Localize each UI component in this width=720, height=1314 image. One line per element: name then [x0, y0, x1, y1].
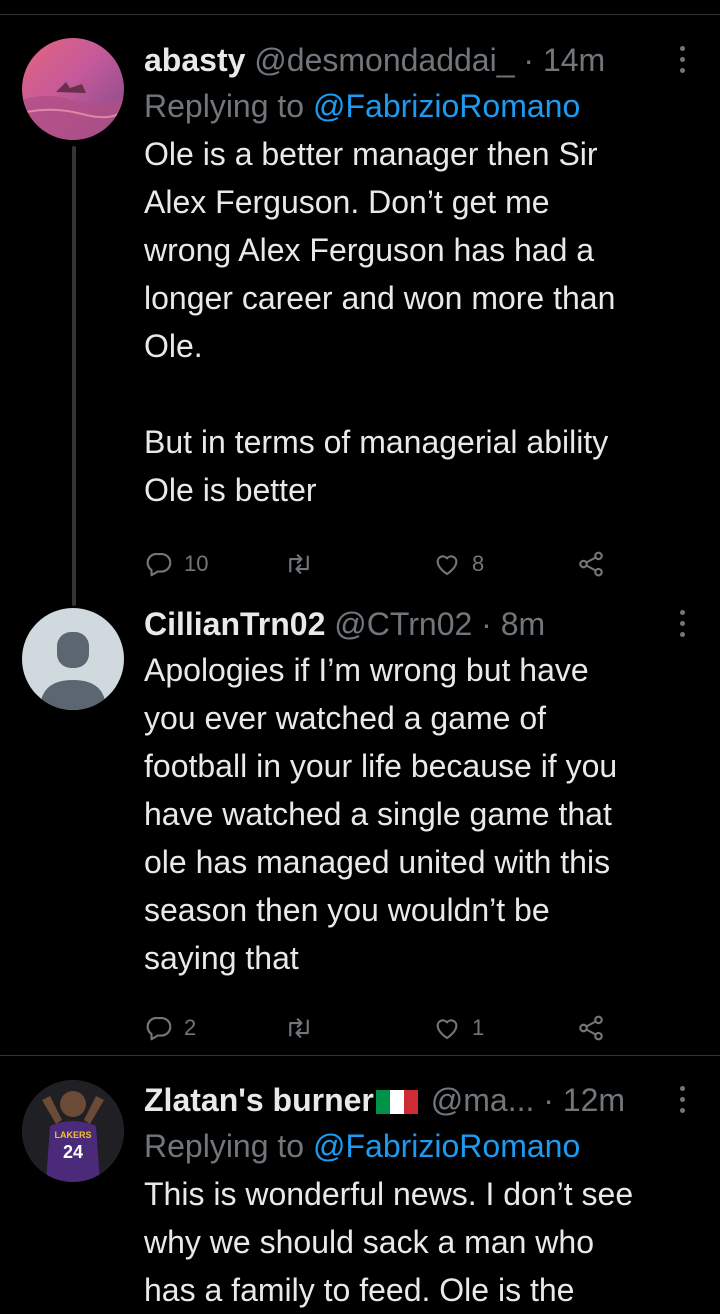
thread-line [72, 146, 76, 606]
like-count: 8 [472, 551, 485, 576]
separator-dot: · [543, 1082, 554, 1118]
tweet-header: abasty @desmondaddai_ · 14m [144, 38, 704, 82]
more-icon[interactable] [674, 38, 690, 82]
replying-prefix: Replying to [144, 88, 305, 124]
separator-dot: · [481, 606, 492, 642]
reply-icon [146, 1016, 172, 1041]
replying-prefix: Replying to [144, 1128, 305, 1164]
reply-icon [146, 552, 172, 577]
tweet-header: CillianTrn02 @CTrn02 · 8m [144, 602, 704, 646]
timestamp[interactable]: 14m [543, 42, 605, 78]
timestamp[interactable]: 8m [501, 606, 545, 642]
tweet-zlatans-burner[interactable]: LAKERS 24 Zlatan's burner @ma... · 12m R… [0, 1078, 720, 1308]
reply-count: 2 [184, 1015, 197, 1040]
reply-button[interactable]: 10 [144, 544, 208, 584]
top-divider [0, 14, 720, 15]
more-icon[interactable] [674, 602, 690, 646]
retweet-icon [289, 1018, 309, 1038]
timestamp[interactable]: 12m [563, 1082, 625, 1118]
like-icon [436, 555, 458, 576]
tweet-text: Ole is a better manager then Sir Alex Fe… [144, 136, 616, 508]
avatar[interactable] [22, 608, 124, 710]
share-button[interactable] [576, 1008, 606, 1048]
share-button[interactable] [576, 544, 606, 584]
tweet-ciliantrn02[interactable]: CillianTrn02 @CTrn02 · 8m Apologies if I… [0, 602, 720, 1042]
display-name[interactable]: CillianTrn02 [144, 606, 325, 642]
retweet-icon [289, 554, 309, 574]
replying-to: Replying to @FabrizioRomano [144, 1122, 704, 1170]
user-handle[interactable]: @CTrn02 [334, 606, 472, 642]
display-name[interactable]: abasty [144, 42, 245, 78]
user-handle[interactable]: @desmondaddai_ [254, 42, 514, 78]
avatar-image: LAKERS 24 [22, 1080, 124, 1182]
italy-flag-icon [375, 1081, 418, 1114]
tweet-text: Apologies if I’m wrong but have you ever… [144, 652, 618, 976]
jersey-text: LAKERS [54, 1130, 91, 1140]
action-bar: 2 1 [144, 1008, 704, 1048]
reply-mention-link[interactable]: @FabrizioRomano [313, 1128, 580, 1164]
avatar[interactable] [22, 38, 124, 140]
more-icon[interactable] [674, 1078, 690, 1122]
like-button[interactable]: 8 [432, 544, 484, 584]
like-count: 1 [472, 1015, 485, 1040]
avatar-image [22, 38, 124, 140]
like-button[interactable]: 1 [432, 1008, 484, 1048]
display-name[interactable]: Zlatan's burner [144, 1082, 374, 1118]
tweet-abasty[interactable]: abasty @desmondaddai_ · 14m Replying to … [0, 38, 720, 608]
reply-mention-link[interactable]: @FabrizioRomano [313, 88, 580, 124]
tweet-text: This is wonderful news. I don’t see why … [144, 1176, 634, 1308]
like-icon [436, 1019, 458, 1040]
separator-dot: · [523, 42, 535, 78]
reply-button[interactable]: 2 [144, 1008, 196, 1048]
avatar[interactable]: LAKERS 24 [22, 1080, 124, 1182]
default-avatar-icon [40, 632, 106, 710]
jersey-number: 24 [63, 1142, 83, 1162]
action-bar: 10 8 [144, 544, 704, 584]
tweet-header: Zlatan's burner @ma... · 12m [144, 1078, 704, 1122]
share-icon [579, 551, 603, 577]
share-icon [579, 1015, 603, 1041]
reply-count: 10 [184, 551, 209, 576]
tweet-divider [0, 1055, 720, 1056]
user-handle[interactable]: @ma... [431, 1082, 535, 1118]
retweet-button[interactable] [284, 544, 314, 584]
retweet-button[interactable] [284, 1008, 314, 1048]
replying-to: Replying to @FabrizioRomano [144, 82, 704, 130]
